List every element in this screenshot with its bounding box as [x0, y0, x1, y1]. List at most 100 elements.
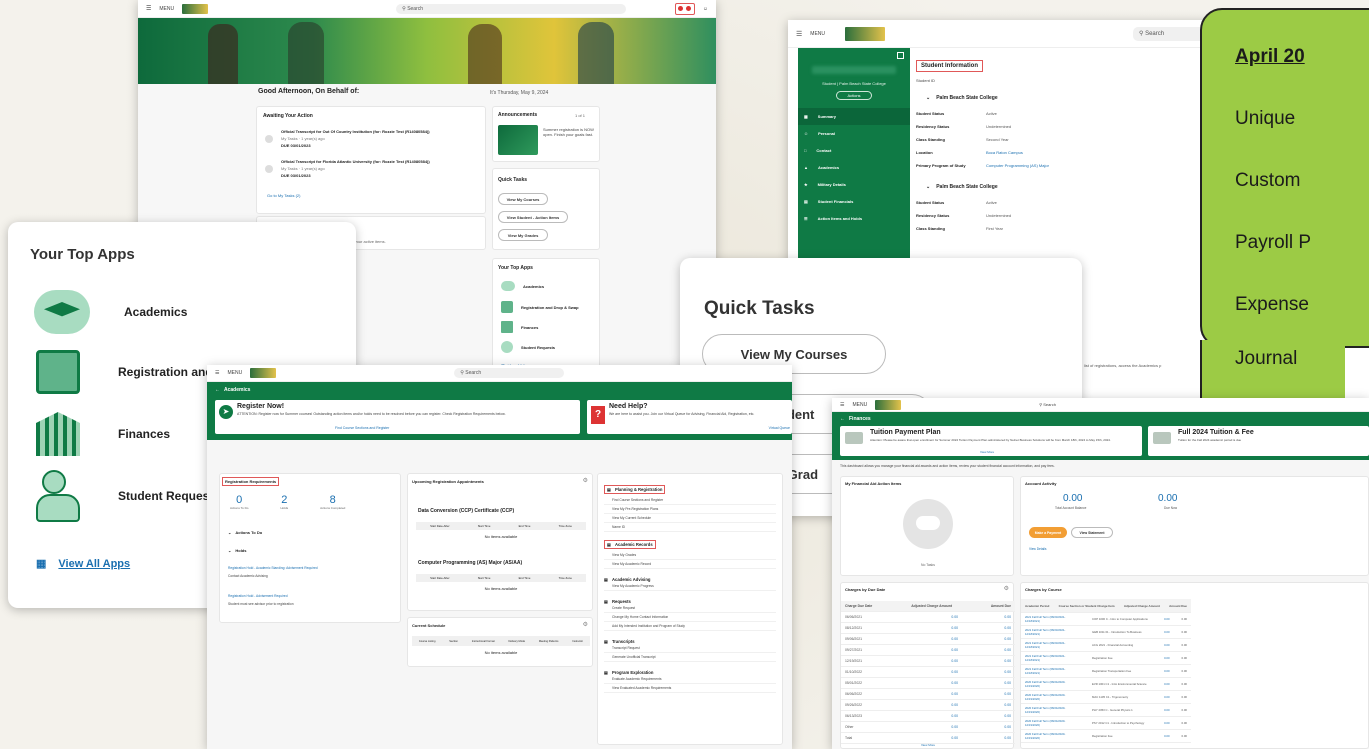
actions-todo-toggle[interactable]: ⌄ Actions To Do: [228, 530, 262, 535]
menu-item[interactable]: View Evaluated Academic Requirements: [604, 684, 776, 693]
sidebar-item-academics[interactable]: ▲ Academics: [798, 159, 910, 176]
gear-icon[interactable]: ⚙: [583, 621, 588, 628]
quick-tasks-title: Quick Tasks: [498, 177, 528, 183]
app-finances[interactable]: Finances: [36, 412, 170, 456]
menu-item[interactable]: Add My Intended Institution and Program …: [604, 622, 776, 631]
collapse-icon[interactable]: [897, 52, 904, 59]
view-all-apps-link[interactable]: ▦ View All Apps: [36, 557, 130, 571]
menu-item[interactable]: View My Current Schedule: [604, 514, 776, 523]
gear-icon[interactable]: ⚙: [1004, 585, 1009, 592]
table-row: 06/13/2023 0.00 0.00: [841, 711, 1015, 722]
menu-icon[interactable]: ☰: [796, 30, 802, 38]
app-student-requests[interactable]: Student Requests: [501, 341, 555, 353]
program-title: Data Conversion (CCP) Certificate (CCP): [418, 508, 515, 514]
view-my-grades-button[interactable]: View My Grades: [498, 229, 548, 241]
view-details-link[interactable]: View Details: [1029, 547, 1046, 551]
gear-icon[interactable]: ⚙: [583, 477, 588, 484]
menu-item[interactable]: Generate Unofficial Transcript: [604, 653, 776, 662]
academics-menu: ▤ Planning & Registration Find Course Sect…: [598, 474, 782, 697]
menu-item[interactable]: Evaluate Academic Requirements: [604, 675, 776, 684]
menu-item[interactable]: View My Academic Progress: [604, 582, 776, 591]
sidebar-item-military[interactable]: ★ Military Details: [798, 176, 910, 193]
profile-icon[interactable]: ☺: [703, 6, 708, 12]
task-title[interactable]: Official Transcript for Out Of Country I…: [281, 129, 481, 134]
back-button[interactable]: ← Finances: [840, 416, 871, 422]
program-link[interactable]: Computer Programming (AS) Major: [986, 163, 1049, 168]
menu-item[interactable]: Create Request: [604, 604, 776, 613]
task-title[interactable]: Official Transcript for Florida Atlantic…: [281, 159, 481, 164]
field-value: First Year: [986, 226, 1003, 231]
view-statement-button[interactable]: View Statement: [1071, 527, 1113, 538]
app-registration[interactable]: Registration and Drop & Swap: [501, 301, 579, 313]
sidebar-item-summary[interactable]: ▦ Summary: [798, 108, 910, 125]
college-logo[interactable]: [182, 3, 209, 14]
find-course-sections-link[interactable]: Find Course Sections and Register: [335, 426, 389, 430]
app-academics[interactable]: Academics: [34, 290, 187, 334]
search-input[interactable]: ⚲ Search: [396, 3, 627, 14]
search-input[interactable]: ⚲ Search: [454, 368, 565, 378]
college-logo[interactable]: [250, 368, 277, 378]
holds-toggle[interactable]: ⌄ Holds: [228, 548, 246, 553]
no-tasks-text: No Tasks: [921, 563, 935, 567]
menu-item[interactable]: Change My Home Contact Information: [604, 613, 776, 622]
location-link[interactable]: Boca Raton Campus: [986, 150, 1023, 155]
college-logo[interactable]: [845, 26, 886, 41]
go-to-tasks-link[interactable]: Go to My Tasks (2): [267, 193, 301, 198]
view-student-action-items-button[interactable]: View Student - Action Items: [498, 211, 568, 223]
back-button[interactable]: ← Academics: [215, 387, 250, 393]
make-payment-button[interactable]: Make a Payment: [1029, 527, 1067, 538]
actions-button[interactable]: Actions: [836, 91, 872, 100]
app-finances[interactable]: Finances: [501, 321, 538, 333]
menu-item[interactable]: View My Academic Record: [604, 560, 776, 569]
menu-item[interactable]: Transcript Request: [604, 644, 776, 653]
app-student-requests[interactable]: Student Requests: [36, 470, 220, 522]
app-academics[interactable]: Academics: [501, 281, 544, 291]
view-my-courses-button[interactable]: View My Courses: [498, 193, 548, 205]
menu-item[interactable]: Name ID: [604, 523, 776, 532]
academics-topbar: ☰ MENU ⚲ Search: [207, 365, 792, 382]
menu-label[interactable]: MENU: [227, 370, 242, 376]
menu-label[interactable]: MENU: [159, 6, 174, 12]
fall-title: Full 2024 Tuition & Fee: [1178, 429, 1254, 436]
no-items-text: No items available: [484, 586, 518, 591]
view-more-link[interactable]: View More: [841, 743, 1015, 747]
activity-title: Account Activity: [1025, 481, 1057, 486]
menu-icon[interactable]: ☰: [840, 402, 844, 408]
money-icon: [845, 432, 863, 444]
sidebar-item-financials[interactable]: ▤ Student Financials: [798, 193, 910, 210]
menu-section-header[interactable]: ▤ Academic Records: [604, 540, 656, 549]
course-title: Charges by Course: [1025, 587, 1062, 592]
hold-link[interactable]: Registration Hold - Advisement Required: [228, 594, 288, 598]
menu-item[interactable]: Find Course Sections and Register: [604, 496, 776, 505]
view-more-link[interactable]: View More: [980, 450, 994, 454]
menu-icon[interactable]: ☰: [215, 370, 219, 376]
menu-icon[interactable]: ☰: [146, 5, 151, 12]
sidebar-item-contact[interactable]: □ Contact: [798, 142, 910, 159]
menu-section-header[interactable]: ▤ Planning & Registration: [604, 485, 666, 494]
search-input[interactable]: ⚲ Search: [1039, 402, 1056, 407]
sidebar-item-personal[interactable]: ☺ Personal: [798, 125, 910, 142]
menu-label[interactable]: MENU: [852, 402, 867, 408]
virtual-queue-link[interactable]: Virtual Queue: [769, 426, 790, 430]
awaiting-title: Awaiting Your Action: [263, 113, 313, 119]
notifications-icon[interactable]: [674, 2, 695, 15]
table-row: 08/12/2021 0.00 0.00: [841, 623, 1015, 634]
field-label: Residency Status: [916, 213, 950, 218]
stat[interactable]: 0 Actions To Do: [230, 494, 248, 510]
stat[interactable]: 8 Actions Completed: [320, 494, 345, 510]
college-logo[interactable]: [875, 399, 902, 410]
plan-text: Attention: Please be aware that open enr…: [870, 438, 1111, 442]
menu-label[interactable]: MENU: [810, 31, 825, 37]
table-row: 2021 Fall Full Term (08/23/2021-12/18/20…: [1021, 652, 1191, 665]
task-item[interactable]: Official Transcript for Florida Atlantic…: [265, 159, 481, 178]
hold-link[interactable]: Registration Hold - Academic Standing: A…: [228, 566, 318, 570]
chevron-down-icon: ⌄: [926, 184, 931, 190]
announcement-image[interactable]: [498, 125, 538, 155]
menu-item[interactable]: View My Grades: [604, 551, 776, 560]
stat[interactable]: 2 Holds: [280, 494, 288, 510]
sidebar-item-action-items[interactable]: ☰ Action Items and Holds: [798, 210, 910, 227]
field-label: Class Standing: [916, 226, 945, 231]
hero-banner: [138, 18, 716, 84]
menu-item[interactable]: View My Pre-Registration Plans: [604, 505, 776, 514]
task-item[interactable]: Official Transcript for Out Of Country I…: [265, 129, 481, 148]
